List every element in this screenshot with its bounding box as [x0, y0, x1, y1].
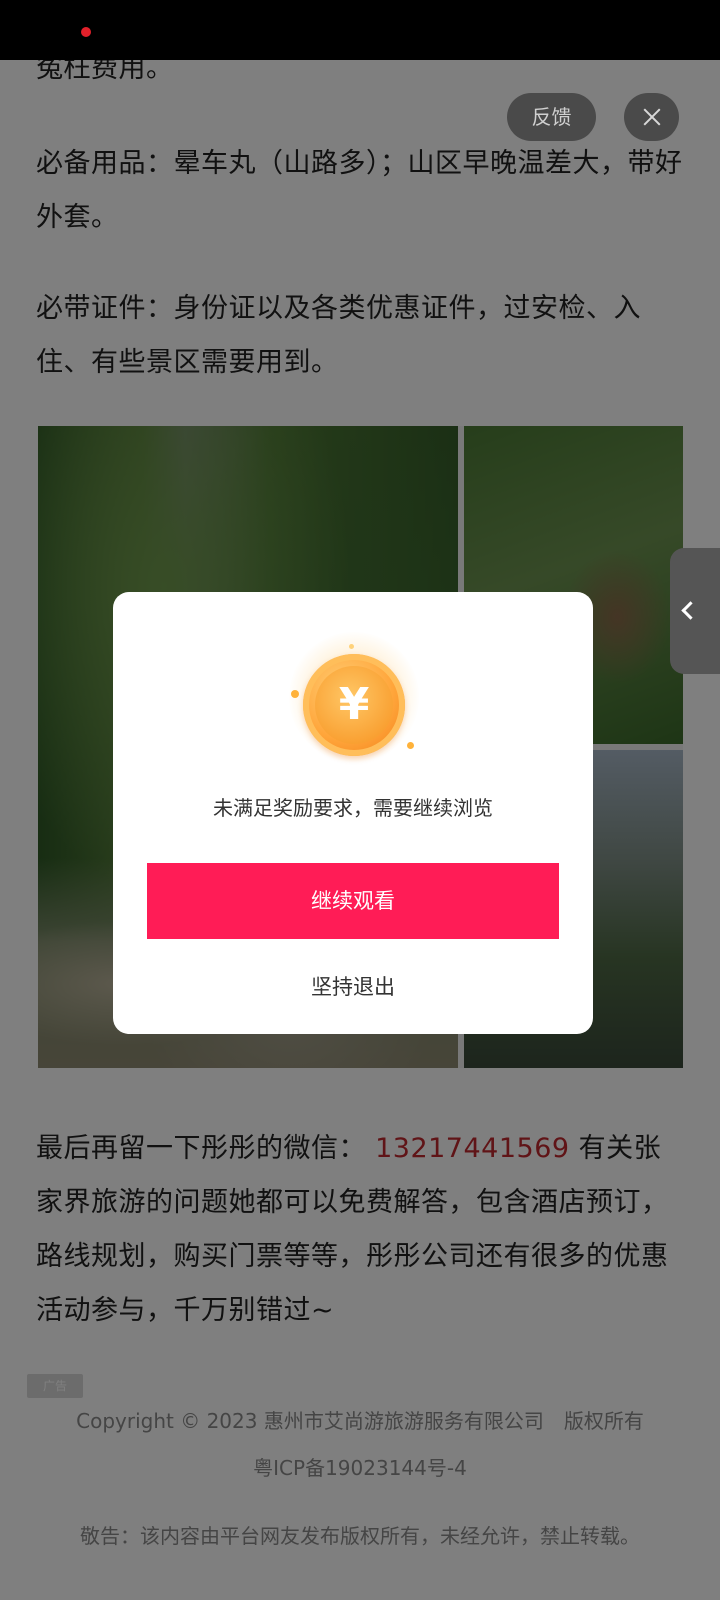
coin-icon: ¥ [289, 632, 419, 762]
recording-dot-icon [81, 27, 91, 37]
chevron-left-icon[interactable] [670, 548, 720, 674]
insist-exit-button[interactable]: 坚持退出 [253, 967, 453, 1007]
feedback-button[interactable]: 反馈 [507, 93, 596, 141]
continue-watching-button[interactable]: 继续观看 [147, 863, 559, 939]
yuan-symbol: ¥ [338, 679, 370, 730]
status-bar [0, 0, 720, 60]
dialog-message: 未满足奖励要求，需要继续浏览 [213, 796, 493, 820]
reward-dialog: ¥ 未满足奖励要求，需要继续浏览 继续观看 坚持退出 [113, 592, 593, 1034]
close-icon[interactable] [624, 93, 679, 141]
